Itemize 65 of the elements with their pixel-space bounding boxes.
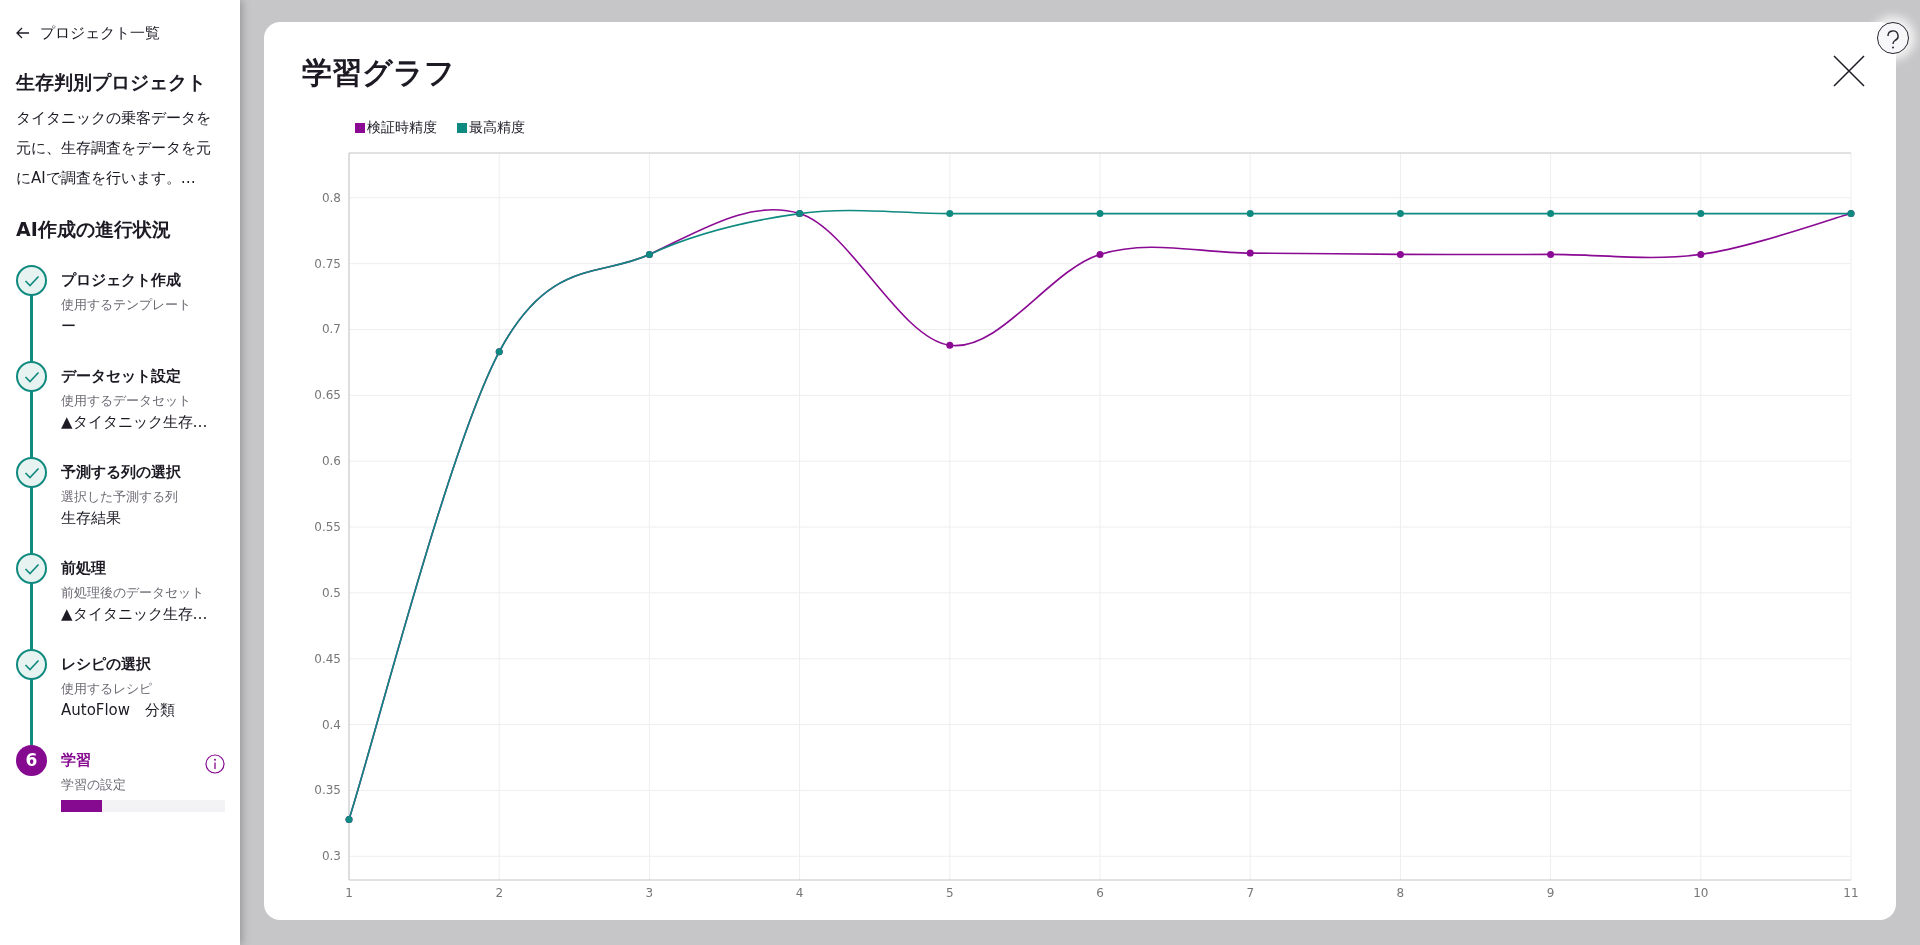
axis-tick-label: 0.75 [314,256,341,271]
step-label: 学習の設定 [61,776,127,795]
step-label: 使用するテンプレート [61,296,192,315]
axis-tick-label: 4 [795,886,804,900]
axis-tick-label: 0.4 [321,717,341,732]
help-icon [1886,29,1900,50]
step-title: プロジェクト作成 [61,270,181,292]
step-value: ▲タイタニック生存… [61,604,209,626]
point [1096,250,1104,258]
project-title: 生存判別プロジェクト [16,70,207,96]
legend-item: 検証時精度 [355,117,437,138]
axis-tick-label: 0.7 [321,322,341,337]
info-icon[interactable] [205,753,225,774]
axis-tick-label: 6 [1096,886,1104,900]
step-number: 6 [16,745,47,777]
axis-tick-label: 0.5 [321,585,341,600]
step-title: レシピの選択 [61,654,151,676]
axis-tick-label: 0.3 [321,849,341,864]
step-label: 選択した予測する列 [61,488,179,507]
axis-tick-label: 0.55 [314,520,341,535]
back-arrow-icon [16,27,30,40]
close-icon [1832,54,1866,88]
step-label: 前処理後のデータセット [61,584,205,603]
help-button[interactable] [1877,22,1909,54]
axis-tick-label: 0.35 [314,783,341,798]
point [1697,250,1705,258]
point [1697,210,1705,218]
axis-tick-label: 11 [1843,886,1859,900]
axis-tick-label: 3 [645,886,654,900]
step-value: 生存結果 [61,508,122,530]
axis-tick-label: 9 [1546,886,1555,900]
step-title: 予測する列の選択 [61,462,181,484]
step-value: ー [61,316,77,338]
axis-tick-label: 0.8 [321,190,341,205]
dialog-title: 学習グラフ [302,54,455,92]
point [1246,249,1254,257]
step-label: 使用するデータセット [61,392,192,411]
legend-item: 最高精度 [457,117,525,138]
point [1547,210,1555,218]
step-title: データセット設定 [61,366,181,388]
section-heading: AI作成の進行状況 [16,216,172,242]
axis-tick-label: 10 [1693,886,1709,900]
point [1547,250,1555,258]
point [1396,210,1404,218]
step-value: AutoFlow 分類 [61,700,177,722]
point [1096,210,1104,218]
axis-tick-label: 0.6 [321,454,341,469]
point [1396,250,1404,258]
step-title: 学習 [61,750,91,772]
axis-tick-label: 0.65 [314,388,341,403]
axis-tick-label: 1 [345,886,353,900]
point [946,210,954,218]
step-value: ▲タイタニック生存… [61,412,209,434]
back-link[interactable]: プロジェクト一覧 [16,22,160,45]
axis-tick-label: 8 [1396,886,1405,900]
axis-tick-label: 2 [495,886,503,900]
axis-tick-label: 0.45 [314,651,341,666]
point [1246,210,1254,218]
close-button[interactable] [1832,54,1866,88]
point [946,341,954,349]
project-description: タイタニックの乗客データを元に、生存調査をデータを元にAIで調査を行います。… [16,107,212,189]
axis-tick-label: 7 [1246,886,1254,900]
axis-tick-label: 5 [946,886,954,900]
step-label: 使用するレシピ [61,680,153,699]
step-title: 前処理 [61,558,106,580]
